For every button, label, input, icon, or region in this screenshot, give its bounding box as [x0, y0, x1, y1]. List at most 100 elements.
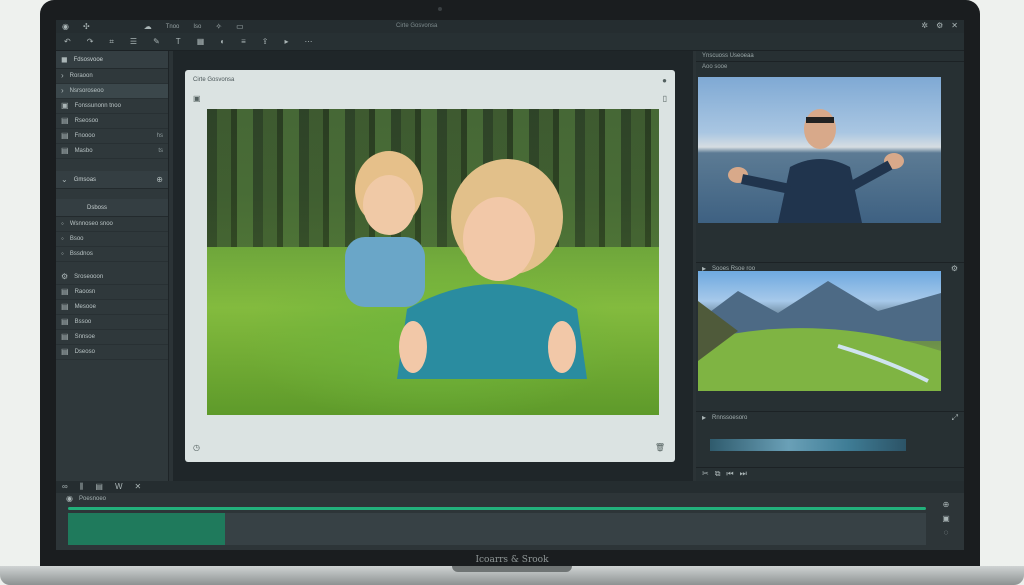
image-icon: ▣	[61, 101, 69, 110]
magic-icon[interactable]: ✧	[215, 22, 222, 31]
laptop-base	[0, 566, 1024, 585]
zoom-icon[interactable]: ⊕	[943, 501, 950, 509]
title-bar: ◉ ✣ ☁ Tnoo Iso ✧ ▭ Cirte Gosvonsa ✲ ⚙ ✕	[56, 20, 964, 33]
folder-icon: ◼	[61, 54, 68, 64]
list-item-label: Fonssunonn tnoo	[74, 103, 121, 109]
list-item-label: Wsnnoseo snoo	[69, 221, 113, 227]
cut-icon[interactable]: ✂	[702, 469, 709, 478]
forward-icon[interactable]: ⏭	[740, 469, 747, 478]
record-icon[interactable]: ◉	[66, 495, 73, 503]
menu-item-0[interactable]: Tnoo	[166, 24, 180, 30]
wave-icon[interactable]: W	[115, 483, 123, 491]
list-item[interactable]: ▤ Fnoooo hs	[56, 129, 168, 144]
filter-icon[interactable]: ◐	[220, 37, 225, 46]
menu-item-1[interactable]: Iso	[193, 24, 201, 30]
webcam	[438, 7, 442, 11]
undo-icon[interactable]: ↶	[64, 37, 71, 46]
chevron-right-icon: ›	[61, 86, 64, 95]
document-title: Cirte Gosvonsa	[193, 77, 235, 83]
pin-icon[interactable]: ▯	[663, 94, 667, 103]
dot-icon[interactable]: ●	[662, 76, 667, 85]
film-icon[interactable]: ▤	[95, 483, 103, 491]
layer-icon: ▤	[61, 131, 69, 140]
rewind-icon[interactable]: ⏮	[726, 469, 733, 478]
list-item-label: Nsrsoroseoo	[69, 88, 104, 94]
export-icon[interactable]: ⇪	[262, 37, 269, 46]
cloud-icon[interactable]: ☁	[144, 22, 152, 31]
chevron-down-icon: ⌄	[61, 174, 68, 184]
timeline-label: Poesnoeo	[78, 496, 107, 502]
section-label: Dsboss	[87, 204, 108, 211]
add-icon[interactable]: ⊕	[156, 175, 163, 184]
adjust-icon[interactable]: ≡	[241, 37, 246, 46]
settings-icon[interactable]: ⚙	[936, 22, 943, 30]
list-item-label: Masbo	[74, 148, 93, 154]
sync-icon[interactable]: ✲	[921, 22, 928, 30]
expand-icon[interactable]: ⤢	[952, 413, 958, 422]
main-photo[interactable]	[207, 109, 659, 415]
list-item[interactable]: ▤ Dseoso	[56, 345, 168, 360]
clip-thumbnail-strip[interactable]	[710, 439, 906, 451]
list-item[interactable]: ▤ Masbo ts	[56, 144, 168, 159]
preview-toolbar-3: ✂ ⧉ ⏮ ⏭	[696, 467, 964, 479]
list-item[interactable]: ▤ Raoosn	[56, 285, 168, 300]
section-header[interactable]: ⌄ Gmsoas ⊕	[56, 171, 168, 189]
section-header[interactable]: Dsboss	[56, 199, 168, 217]
list-item-label: Bssoo	[74, 319, 92, 325]
list-item[interactable]: ◦ Wsnnoseo snoo	[56, 217, 168, 232]
mountains-illustration	[698, 281, 941, 391]
list-item[interactable]: ◦ Bsoo	[56, 232, 168, 247]
toolbar: ↶ ↷ ⌗ ☰ ✎ T ▦ ◐ ≡ ⇪ ▸ ⋯	[56, 33, 964, 51]
list-item-label: Snnsoe	[74, 334, 95, 340]
timeline: ◉ Poesnoeo ⊕ ▣ ◌	[56, 493, 964, 550]
redo-icon[interactable]: ↷	[87, 37, 94, 46]
play-icon[interactable]: ▸	[284, 37, 288, 46]
list-item-label: Dseoso	[74, 349, 95, 355]
more-icon[interactable]: ⋯	[304, 37, 312, 46]
window-title: Cirte Gosvonsa	[396, 23, 438, 29]
left-panel-header: ◼ Fdsosvooe	[56, 51, 168, 69]
list-item[interactable]: ▤ Rseosoo	[56, 114, 168, 129]
timer-icon[interactable]: ◷	[193, 443, 200, 452]
list-item[interactable]: ▤ Mesooe	[56, 300, 168, 315]
play-icon[interactable]: ▸	[702, 413, 706, 422]
grid-icon[interactable]: ▦	[197, 37, 205, 46]
app-window: ◉ ✣ ☁ Tnoo Iso ✧ ▭ Cirte Gosvonsa ✲ ⚙ ✕ …	[56, 20, 964, 550]
timeline-track[interactable]	[225, 513, 926, 545]
settings-icon[interactable]: ⚙	[951, 264, 958, 273]
eye-icon: ◦	[61, 219, 64, 228]
preview-photo-2[interactable]	[698, 271, 941, 391]
layers-icon[interactable]: ☰	[130, 37, 137, 46]
brush-icon[interactable]: ✎	[153, 37, 160, 46]
mute-icon[interactable]: ◌	[944, 529, 949, 537]
list-item[interactable]: ⚙ Sroseooon	[56, 270, 168, 285]
timeline-side-controls: ⊕ ▣ ◌	[931, 501, 961, 537]
delete-icon[interactable]: ✕	[135, 483, 142, 491]
copy-icon[interactable]: ⧉	[715, 469, 721, 478]
list-item[interactable]: ▤ Bssoo	[56, 315, 168, 330]
frame-icon[interactable]: ▭	[236, 22, 244, 31]
timeline-clip[interactable]	[68, 513, 225, 545]
preview-photo-1[interactable]	[698, 77, 941, 223]
timeline-playhead-track[interactable]	[68, 507, 926, 510]
close-icon[interactable]: ✕	[951, 22, 958, 30]
layer-icon: ▤	[61, 347, 69, 356]
layer-icon: ▤	[61, 317, 69, 326]
lock-icon[interactable]: ▣	[942, 515, 950, 523]
split-icon[interactable]: ⫼	[80, 483, 84, 491]
lock-icon[interactable]: ▣	[193, 94, 201, 103]
crop-icon[interactable]: ⌗	[109, 37, 114, 46]
list-item[interactable]: ◦ Bssdnos	[56, 247, 168, 262]
link-icon[interactable]: ∞	[62, 483, 68, 491]
list-item[interactable]: › Nsrsoroseoo	[56, 84, 168, 99]
layer-icon: ▤	[61, 116, 69, 125]
list-item[interactable]: ▤ Snnsoe	[56, 330, 168, 345]
bar-label: Rnnssoesoro	[712, 414, 748, 421]
text-icon[interactable]: T	[176, 37, 181, 46]
list-item-label: Mesooe	[74, 304, 96, 310]
list-item[interactable]: ▣ Fonssunonn tnoo	[56, 99, 168, 114]
eye-icon: ◦	[61, 234, 64, 243]
tools-icon[interactable]: ✣	[83, 22, 90, 31]
list-item[interactable]: › Roraoon	[56, 69, 168, 84]
trash-icon[interactable]: 🗑	[655, 443, 665, 452]
